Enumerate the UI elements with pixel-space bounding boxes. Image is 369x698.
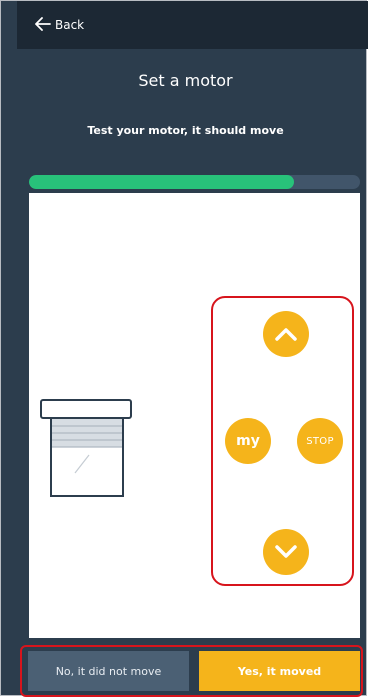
arrow-left-icon bbox=[35, 16, 55, 34]
back-button[interactable]: Back bbox=[35, 14, 84, 36]
stop-button[interactable]: STOP bbox=[297, 418, 343, 464]
page-subtitle: Test your motor, it should move bbox=[87, 124, 284, 137]
down-button[interactable] bbox=[263, 529, 309, 575]
up-button[interactable] bbox=[263, 311, 309, 357]
back-label: Back bbox=[55, 18, 85, 32]
answer-buttons: No, it did not move Yes, it moved bbox=[20, 645, 363, 697]
window-shade-icon bbox=[39, 398, 137, 502]
app-screen: Back Set a motor Test your motor, it sho… bbox=[0, 0, 368, 696]
motor-controls: my STOP bbox=[211, 296, 354, 586]
top-bar: Back bbox=[17, 1, 368, 49]
progress-fill bbox=[29, 175, 294, 189]
chevron-down-icon bbox=[275, 545, 297, 558]
progress-bar bbox=[29, 175, 360, 189]
chevron-up-icon bbox=[275, 328, 297, 341]
yes-it-moved-button[interactable]: Yes, it moved bbox=[199, 651, 360, 691]
motor-test-panel: my STOP bbox=[29, 193, 360, 638]
page-title: Set a motor bbox=[138, 71, 233, 90]
no-did-not-move-button[interactable]: No, it did not move bbox=[28, 651, 189, 691]
my-button[interactable]: my bbox=[225, 418, 271, 464]
